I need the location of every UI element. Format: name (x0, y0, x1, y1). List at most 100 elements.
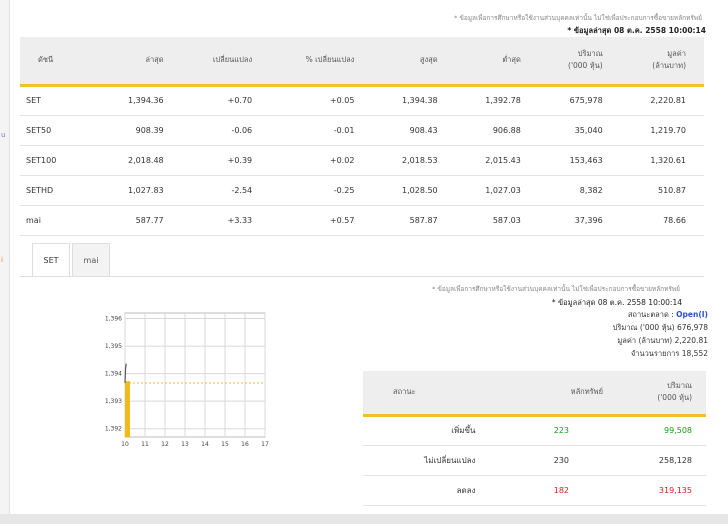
market-value-value: 2,220.81 (674, 336, 708, 345)
y-tick-label: 1,395 (105, 343, 122, 350)
market-status-value: Open(I) (676, 310, 708, 319)
volume-value: 8,382 (538, 175, 621, 206)
y-tick-label: 1,396 (105, 316, 122, 323)
disclaimer-note: * ข้อมูลเพื่อการศึกษาหรือใช้งานส่วนบุคคล… (454, 14, 702, 22)
index-name: mai (20, 205, 99, 236)
trade-value: 1,219.70 (620, 115, 704, 146)
market-info: สถานะตลาด : Open(I) ปริมาณ ('000 หุ้น) 6… (448, 309, 708, 361)
col-low: ต่ำสุด (455, 37, 539, 87)
market-table-header: ดัชนี ล่าสุด เปลี่ยนแปลง % เปลี่ยนแปลง ส… (20, 37, 704, 87)
volume-value: 675,978 (538, 85, 621, 116)
market-index-table: ดัชนี ล่าสุด เปลี่ยนแปลง % เปลี่ยนแปลง ส… (20, 37, 704, 236)
market-value-label: มูลค่า (ล้านบาท) (617, 336, 673, 345)
plot-area (124, 312, 266, 438)
col-value-label: มูลค่า (ล้านบาท) (652, 49, 686, 71)
market-value-row: มูลค่า (ล้านบาท) 2,220.81 (448, 335, 708, 348)
table-row: SET 1,394.36 +0.70 +0.05 1,394.38 1,392.78 675… (20, 85, 704, 116)
strip-mark-2: i (1, 256, 3, 264)
table-row: SETHD 1,027.83 -2.54 -0.25 1,028.50 1,027.03 8… (20, 175, 704, 206)
x-tick-label: 14 (201, 441, 209, 448)
volume-value: 35,040 (538, 115, 621, 146)
x-tick-label: 10 (121, 441, 129, 448)
status-label: ไม่เปลี่ยนแปลง (363, 445, 504, 476)
index-name[interactable]: SET100 (20, 145, 99, 176)
table-row: เพิ่มขึ้น 223 99,508 (363, 415, 706, 446)
col-volume-label: ปริมาณ ('000 หุ้น) (568, 49, 603, 71)
bottom-bar (0, 514, 728, 524)
col-pct-change: % เปลี่ยนแปลง (270, 37, 373, 87)
tab-set[interactable]: SET (32, 243, 70, 276)
high-value: 908.43 (372, 115, 456, 146)
x-tick-label: 12 (161, 441, 169, 448)
high-value: 587.87 (372, 205, 456, 236)
last-value: 908.39 (98, 115, 182, 146)
low-value: 906.88 (455, 115, 539, 146)
last-value: 1,394.36 (98, 85, 182, 116)
volume-bar (125, 381, 130, 437)
volume-value: 153,463 (538, 145, 621, 176)
market-volume-value: 676,978 (676, 323, 708, 332)
col-volume: ปริมาณ ('000 หุ้น) (538, 37, 621, 87)
volume-value: 37,396 (538, 205, 621, 236)
chart-last-updated: * ข้อมูลล่าสุด 08 ต.ค. 2558 10:00:14 (551, 298, 682, 307)
market-status-row: สถานะตลาด : Open(I) (448, 309, 708, 322)
index-name[interactable]: SETHD (20, 175, 99, 206)
summary-volume: 319,135 (617, 475, 706, 506)
market-status-label: สถานะตลาด : (627, 310, 674, 319)
summary-table-header: สถานะ หลักทรัพย์ ปริมาณ ('000 หุ้น) (363, 371, 706, 417)
tab-divider (20, 276, 704, 277)
tab-mai[interactable]: mai (72, 243, 110, 276)
intraday-chart-svg: 1,392 1,393 1,394 1,395 1,396 10 11 12 13 14 15 16 1… (105, 312, 269, 448)
securities-count: 182 (503, 475, 618, 506)
col-index: ดัชนี (20, 37, 99, 87)
low-value: 2,015.43 (455, 145, 539, 176)
index-tabs: SET mai (32, 243, 112, 276)
trade-value: 1,320.61 (620, 145, 704, 176)
x-tick-label: 16 (241, 441, 249, 448)
col-summary-volume: ปริมาณ ('000 หุ้น) (617, 371, 706, 417)
index-name[interactable]: SET50 (20, 115, 99, 146)
last-value: 1,027.83 (98, 175, 182, 206)
table-row: mai 587.77 +3.33 +0.57 587.87 587.03 37,396 78.… (20, 205, 704, 236)
table-row: SET100 2,018.48 +0.39 +0.02 2,018.53 2,015.43… (20, 145, 704, 176)
trade-value: 78.66 (620, 205, 704, 236)
securities-count: 230 (503, 445, 618, 476)
market-deals-label: จำนวนรายการ (630, 349, 680, 358)
status-label: ลดลง (363, 475, 504, 506)
y-tick-label: 1,392 (105, 426, 122, 433)
high-value: 1,394.38 (372, 85, 456, 116)
col-last: ล่าสุด (98, 37, 182, 87)
change-value: +0.70 (181, 85, 271, 116)
pct-change-value: +0.02 (270, 145, 373, 176)
x-tick-label: 15 (221, 441, 229, 448)
market-volume-label: ปริมาณ ('000 หุ้น) (612, 323, 675, 332)
change-value: -2.54 (181, 175, 271, 206)
trade-value: 510.87 (620, 175, 704, 206)
col-summary-volume-label: ปริมาณ ('000 หุ้น) (657, 381, 692, 403)
last-value: 587.77 (98, 205, 182, 236)
market-deals-value: 18,552 (681, 349, 708, 358)
low-value: 1,027.03 (455, 175, 539, 206)
table-row: ไม่เปลี่ยนแปลง 230 258,128 (363, 445, 706, 476)
last-value: 2,018.48 (98, 145, 182, 176)
low-value: 1,392.78 (455, 85, 539, 116)
trade-value: 2,220.81 (620, 85, 704, 116)
status-label: เพิ่มขึ้น (363, 415, 504, 446)
securities-count: 223 (503, 415, 618, 446)
col-securities: หลักทรัพย์ (503, 371, 618, 417)
col-high: สูงสุด (372, 37, 456, 87)
pct-change-value: -0.01 (270, 115, 373, 146)
pct-change-value: -0.25 (270, 175, 373, 206)
y-tick-label: 1,394 (105, 371, 122, 378)
market-deals-row: จำนวนรายการ 18,552 (448, 348, 708, 361)
col-status: สถานะ (363, 371, 504, 417)
index-name: SET (20, 85, 99, 116)
high-value: 1,028.50 (372, 175, 456, 206)
table-row: ลดลง 182 319,135 (363, 475, 706, 506)
table-row: SET50 908.39 -0.06 -0.01 908.43 906.88 35,040 1… (20, 115, 704, 146)
y-tick-label: 1,393 (105, 398, 122, 405)
left-side-strip: u i (0, 0, 10, 524)
chart-disclaimer-note: * ข้อมูลเพื่อการศึกษาหรือใช้งานส่วนบุคคล… (432, 285, 680, 293)
summary-volume: 258,128 (617, 445, 706, 476)
col-value: มูลค่า (ล้านบาท) (620, 37, 704, 87)
